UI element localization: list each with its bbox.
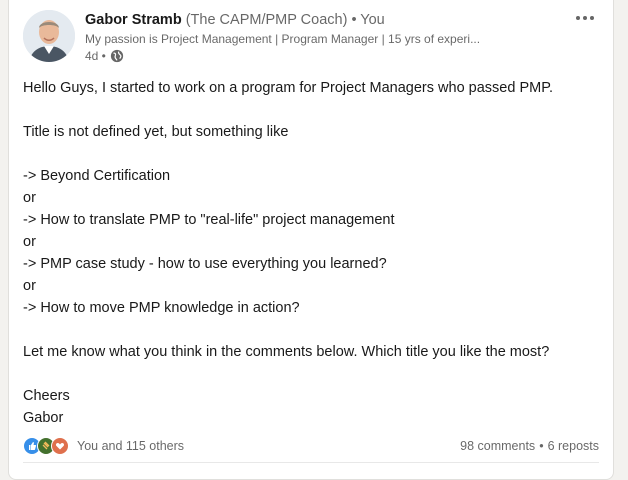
post-body: Hello Guys, I started to work on a progr…	[23, 77, 599, 429]
post-time: 4d •	[85, 48, 559, 64]
reaction-icons[interactable]	[23, 437, 69, 455]
author-name[interactable]: Gabor Stramb	[85, 12, 182, 28]
post-line: or	[23, 234, 36, 250]
post-line: -> Beyond Certification	[23, 168, 171, 184]
author-avatar[interactable]	[23, 10, 75, 62]
post-line: -> PMP case study - how to use everythin…	[23, 256, 387, 272]
author-name-suffix: (The CAPM/PMP Coach) • You	[181, 12, 385, 28]
post-line-blank	[23, 319, 599, 341]
post-line: Hello Guys, I started to work on a progr…	[23, 80, 554, 96]
avatar-image	[23, 10, 75, 62]
globe-icon	[110, 49, 124, 63]
more-options-icon[interactable]	[569, 8, 601, 28]
author-meta: Gabor Stramb (The CAPM/PMP Coach) • You …	[85, 11, 559, 64]
love-icon	[51, 437, 69, 455]
social-counts: You and 115 others 98 comments • 6 repos…	[23, 436, 599, 456]
post-line-blank	[23, 99, 599, 121]
comments-count[interactable]: 98 comments	[460, 439, 535, 453]
post-header: Gabor Stramb (The CAPM/PMP Coach) • You …	[23, 8, 599, 68]
divider	[23, 462, 599, 463]
post-line-blank	[23, 363, 599, 385]
author-headline: My passion is Project Management | Progr…	[85, 32, 481, 46]
post-line: Gabor	[23, 410, 64, 426]
post-line: Title is not defined yet, but something …	[23, 124, 289, 140]
post-line: -> How to translate PMP to "real-life" p…	[23, 212, 395, 228]
post-line: Let me know what you think in the commen…	[23, 344, 550, 360]
reposts-count[interactable]: 6 reposts	[548, 439, 599, 453]
reactions-count[interactable]: You and 115 others	[77, 439, 184, 453]
post-line-blank	[23, 143, 599, 165]
post-line: Cheers	[23, 388, 70, 404]
post-line: or	[23, 278, 36, 294]
engagement-counts: 98 comments • 6 reposts	[460, 439, 599, 453]
author-name-line: Gabor Stramb (The CAPM/PMP Coach) • You	[85, 11, 559, 29]
post-card: Gabor Stramb (The CAPM/PMP Coach) • You …	[8, 0, 614, 480]
separator-dot: •	[539, 439, 544, 453]
post-line: or	[23, 190, 36, 206]
post-timestamp: 4d •	[85, 49, 106, 63]
post-line: -> How to move PMP knowledge in action?	[23, 300, 300, 316]
